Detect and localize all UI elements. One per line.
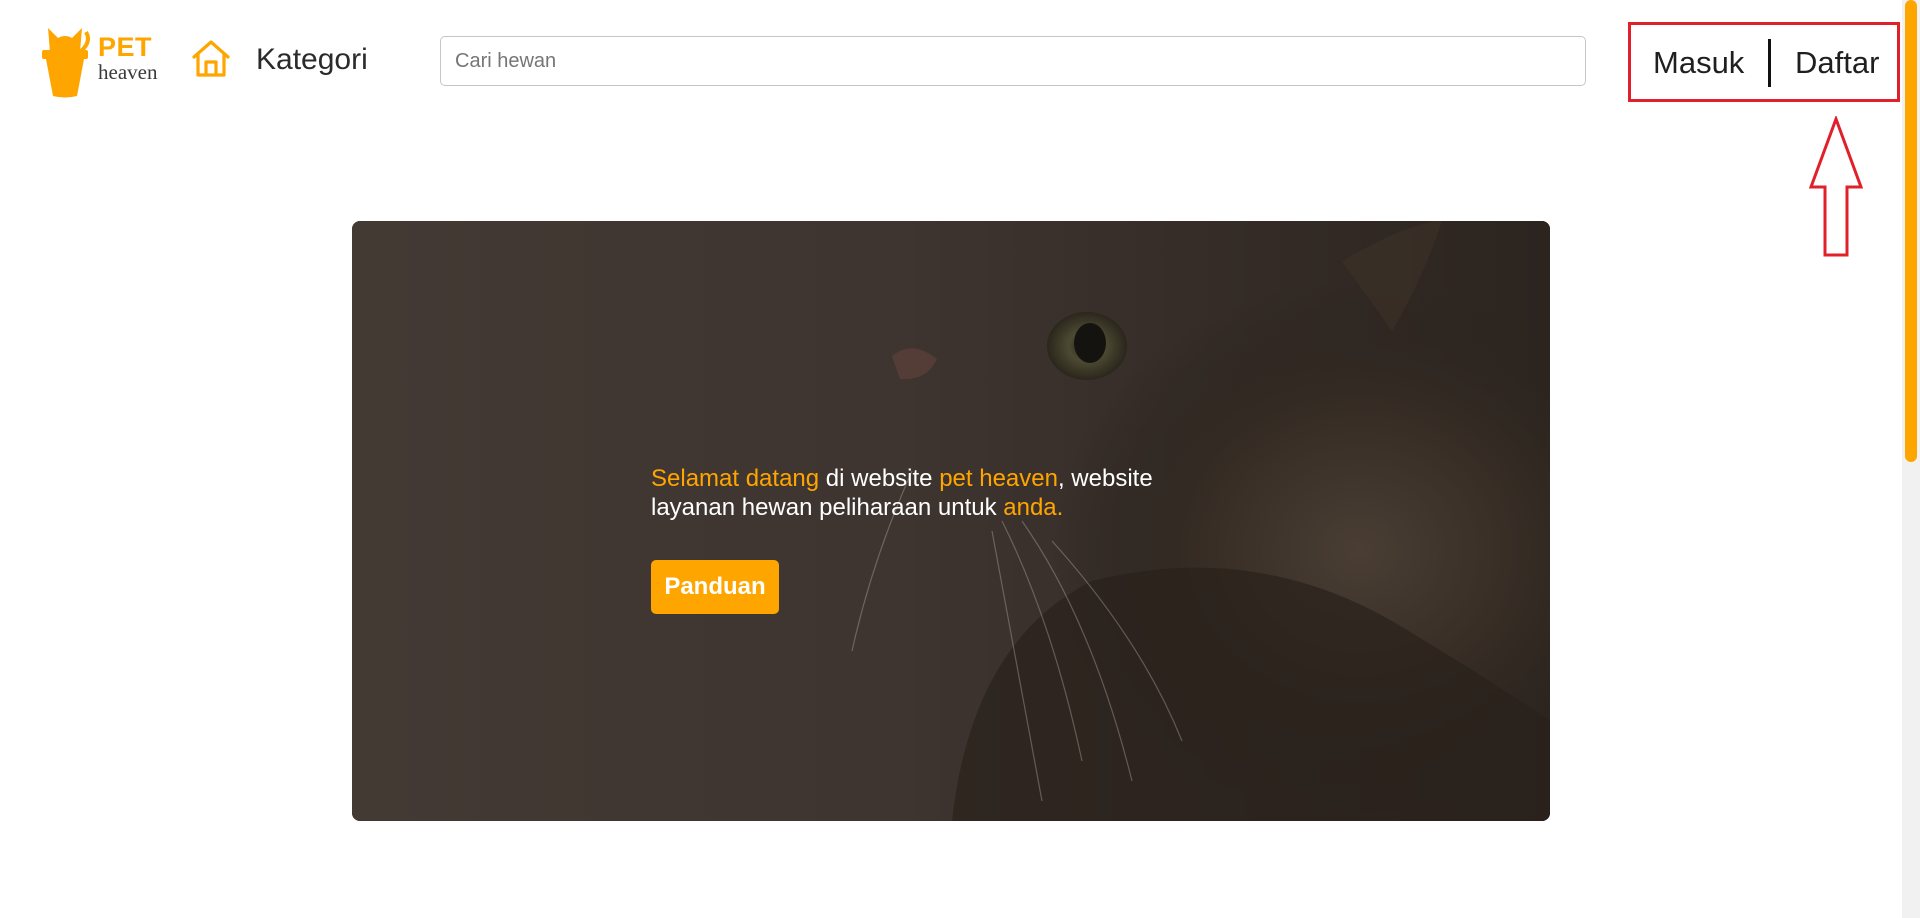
page: PET heaven Kategori Masuk Daftar: [0, 0, 1920, 918]
pet-heaven-logo[interactable]: PET heaven: [40, 22, 165, 98]
site-header: PET heaven Kategori Masuk Daftar: [0, 0, 1900, 257]
search-input[interactable]: [440, 36, 1586, 86]
up-arrow-annotation-icon: [1808, 116, 1864, 257]
cat-pot-logo-icon: [42, 28, 90, 98]
hero-text-part: di website: [819, 465, 940, 492]
logo-word-heaven: heaven: [98, 60, 158, 84]
auth-links-highlight: Masuk Daftar: [1628, 22, 1900, 102]
kategori-link[interactable]: Kategori: [256, 42, 368, 78]
home-button[interactable]: [190, 38, 232, 80]
page-scrollbar[interactable]: [1902, 0, 1920, 918]
register-link[interactable]: Daftar: [1795, 45, 1879, 81]
panduan-button[interactable]: Panduan: [651, 560, 779, 614]
auth-divider: [1768, 39, 1771, 87]
logo-word-pet: PET: [98, 32, 153, 62]
hero-text-part: anda.: [1003, 494, 1064, 521]
hero-banner: Selamat datang di website pet heaven, we…: [352, 221, 1550, 821]
hero-text-part: pet heaven: [939, 465, 1058, 492]
login-link[interactable]: Masuk: [1653, 45, 1744, 81]
home-icon: [192, 40, 230, 77]
hero-text-part: Selamat datang: [651, 465, 820, 492]
scrollbar-thumb[interactable]: [1905, 0, 1917, 462]
hero-welcome-text: Selamat datang di website pet heaven, we…: [651, 464, 1211, 522]
